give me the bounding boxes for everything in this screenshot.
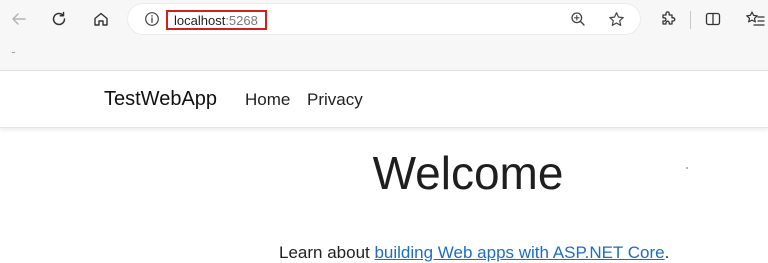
extensions-icon[interactable] xyxy=(655,6,681,32)
address-bar[interactable]: localhost:5268 xyxy=(128,4,640,34)
navbar-brand[interactable]: TestWebApp xyxy=(104,88,217,111)
zoom-icon[interactable] xyxy=(568,9,588,29)
nav-link-privacy[interactable]: Privacy xyxy=(307,90,363,110)
url-host: localhost xyxy=(174,12,226,28)
info-icon[interactable] xyxy=(144,11,160,27)
url-text[interactable]: localhost:5268 xyxy=(166,10,267,30)
home-icon[interactable] xyxy=(88,6,114,32)
learn-prefix: Learn about xyxy=(279,243,375,262)
learn-suffix: . xyxy=(664,243,670,262)
learn-about-text: Learn about building Web apps with ASP.N… xyxy=(279,243,669,263)
back-icon[interactable] xyxy=(6,6,32,32)
favorite-star-icon[interactable] xyxy=(606,9,626,29)
aspnet-docs-link[interactable]: building Web apps with ASP.NET Core xyxy=(374,243,664,262)
site-navbar: TestWebApp Home Privacy xyxy=(0,71,768,128)
browser-toolbar: localhost:5268 xyxy=(0,0,768,40)
url-port: :5268 xyxy=(225,12,258,28)
favorites-bar-marker xyxy=(12,52,15,53)
welcome-heading: Welcome xyxy=(372,147,564,199)
nav-link-home[interactable]: Home xyxy=(245,90,290,110)
refresh-icon[interactable] xyxy=(46,6,72,32)
split-screen-icon[interactable] xyxy=(700,6,726,32)
favorites-list-icon[interactable] xyxy=(742,6,768,32)
favorites-bar xyxy=(0,40,768,71)
toolbar-separator xyxy=(690,11,691,29)
